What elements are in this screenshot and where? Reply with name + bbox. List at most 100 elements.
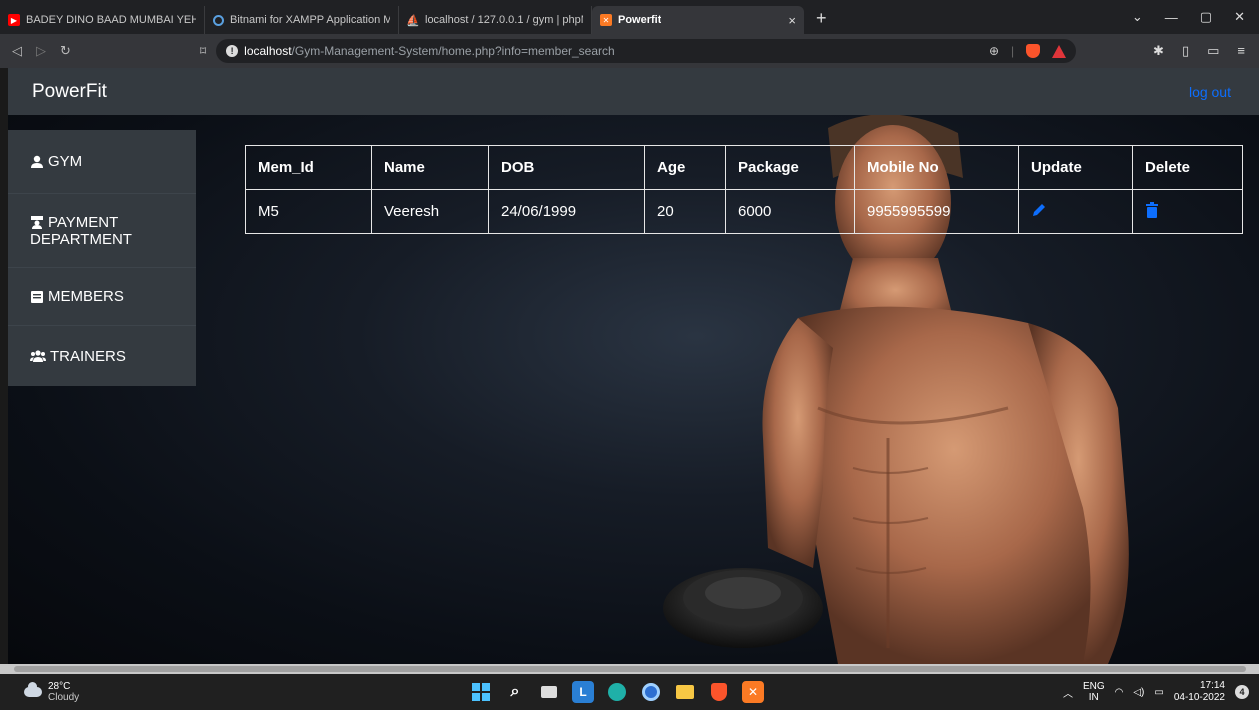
wifi-icon[interactable]: ◠ (1115, 687, 1124, 698)
horizontal-scrollbar[interactable] (0, 664, 1259, 674)
sidebar-item-label: TRAINERS (50, 347, 126, 365)
lite-app-icon[interactable]: L (572, 681, 594, 703)
address-bar[interactable]: ! localhost/Gym-Management-System/home.p… (216, 39, 1077, 63)
tab-close-icon[interactable]: × (778, 13, 796, 28)
bitnami-icon (213, 14, 224, 26)
sidebar-toggle-icon[interactable]: ▯ (1182, 43, 1189, 59)
notification-badge[interactable]: 4 (1235, 685, 1249, 699)
site-info-icon[interactable]: ! (226, 45, 239, 57)
lang-bottom: IN (1088, 692, 1099, 703)
col-age: Age (644, 145, 726, 190)
taskbar-apps: ⌕ L ✕ (470, 681, 764, 703)
browser-tab-bitnami[interactable]: Bitnami for XAMPP Application Modul (205, 6, 399, 34)
xampp-icon: ✕ (600, 14, 612, 26)
url-host: localhost (244, 44, 292, 58)
col-dob: DOB (488, 145, 645, 190)
reload-icon[interactable]: ↻ (60, 43, 71, 59)
sidebar-item-label: MEMBERS (48, 288, 124, 305)
browser-toolbar: ◁ ▷ ↻ ⌑ ! localhost/Gym-Management-Syste… (0, 34, 1259, 68)
tab-title: Powerfit (618, 14, 662, 26)
wallet-icon[interactable]: ▭ (1207, 43, 1219, 59)
url-path: /Gym-Management-System/home.php?info=mem… (291, 44, 615, 58)
cell-package: 6000 (725, 189, 855, 234)
browser-tab-youtube[interactable]: ▶ BADEY DINO BAAD MUMBAI YEH EXP (0, 6, 205, 34)
new-tab-button[interactable]: + (804, 8, 839, 29)
col-delete: Delete (1132, 145, 1243, 190)
forward-icon[interactable]: ▷ (36, 43, 46, 59)
sidebar: GYM PAYMENT DEPARTMENT MEMBERS TRAINERS (8, 130, 196, 386)
cell-name: Veeresh (371, 189, 489, 234)
app-navbar: PowerFit log out (8, 68, 1259, 115)
sidebar-item-label-line2: DEPARTMENT (30, 230, 132, 248)
xampp-taskbar-icon[interactable]: ✕ (742, 681, 764, 703)
page-viewport: PowerFit log out GYM PAYMENT DEPARTMENT … (8, 68, 1259, 664)
cell-delete (1132, 189, 1243, 234)
sidebar-item-payment[interactable]: PAYMENT DEPARTMENT (8, 194, 196, 268)
col-name: Name (371, 145, 489, 190)
col-mem-id: Mem_Id (245, 145, 372, 190)
user-icon (31, 155, 43, 168)
windows-taskbar: 28°C Cloudy ⌕ L ✕ ︿ ENG IN ◠ ◁) ▭ 17:14 … (0, 674, 1259, 710)
col-package: Package (725, 145, 855, 190)
trash-icon[interactable] (1145, 201, 1159, 218)
chrome-canary-icon[interactable] (640, 681, 662, 703)
clock[interactable]: 17:14 04-10-2022 (1174, 680, 1225, 704)
cell-mobile: 9955995599 (854, 189, 1019, 234)
back-icon[interactable]: ◁ (12, 43, 22, 59)
users-icon (30, 350, 46, 362)
member-table: Mem_Id Name DOB Age Package Mobile No Up… (245, 145, 1243, 234)
edge-icon[interactable] (606, 681, 628, 703)
tab-title: BADEY DINO BAAD MUMBAI YEH EXP (26, 14, 196, 26)
browser-tab-phpmyadmin[interactable]: ⛵ localhost / 127.0.0.1 / gym | phpMyAd (399, 6, 592, 34)
cell-age: 20 (644, 189, 726, 234)
brave-browser-icon[interactable] (708, 681, 730, 703)
youtube-icon: ▶ (8, 14, 20, 26)
brave-shield-icon[interactable] (1026, 44, 1041, 58)
bookmark-icon[interactable]: ⌑ (200, 44, 206, 58)
lang-top: ENG (1082, 681, 1105, 692)
payment-icon (31, 216, 43, 229)
sidebar-item-trainers[interactable]: TRAINERS (8, 326, 196, 386)
tab-search-icon[interactable]: ⌄ (1132, 9, 1143, 25)
task-view-icon[interactable] (538, 681, 560, 703)
volume-icon[interactable]: ◁) (1133, 687, 1144, 698)
table-header-row: Mem_Id Name DOB Age Package Mobile No Up… (245, 145, 1243, 190)
cell-mem-id: M5 (245, 189, 372, 234)
window-controls: ⌄ — ▢ ✕ (1132, 9, 1259, 25)
battery-icon[interactable]: ▭ (1154, 687, 1163, 698)
system-tray: ︿ ENG IN ◠ ◁) ▭ 17:14 04-10-2022 4 (1063, 680, 1259, 704)
zoom-icon[interactable]: ⊕ (989, 44, 999, 58)
weather-widget[interactable]: 28°C Cloudy (0, 681, 470, 703)
file-explorer-icon[interactable] (674, 681, 696, 703)
windows-start-icon[interactable] (470, 681, 492, 703)
left-edge (0, 68, 8, 664)
close-window-icon[interactable]: ✕ (1234, 9, 1245, 25)
sidebar-item-label: PAYMENT (48, 213, 119, 231)
restore-icon[interactable]: ▢ (1200, 9, 1212, 25)
search-icon[interactable]: ⌕ (504, 681, 526, 703)
scrollbar-thumb[interactable] (14, 666, 1246, 672)
toolbar-extensions: ✱ ▯ ▭ ≡ (1153, 43, 1259, 59)
language-indicator[interactable]: ENG IN (1083, 681, 1105, 703)
clock-date: 04-10-2022 (1173, 692, 1225, 703)
pencil-icon[interactable] (1031, 202, 1047, 218)
browser-tab-powerfit[interactable]: ✕ Powerfit × (592, 6, 804, 34)
extensions-icon[interactable]: ✱ (1153, 43, 1164, 59)
col-update: Update (1018, 145, 1133, 190)
nav-buttons: ◁ ▷ ↻ (0, 43, 200, 59)
sidebar-item-gym[interactable]: GYM (8, 130, 196, 194)
minimize-icon[interactable]: — (1165, 10, 1178, 25)
brand-logo[interactable]: PowerFit (32, 81, 107, 103)
chevron-up-icon[interactable]: ︿ (1063, 685, 1073, 700)
logout-link[interactable]: log out (1189, 84, 1231, 100)
cloud-icon (24, 682, 42, 697)
sidebar-item-members[interactable]: MEMBERS (8, 268, 196, 326)
phpmyadmin-icon: ⛵ (406, 14, 420, 27)
sidebar-item-label: GYM (48, 153, 83, 170)
menu-icon[interactable]: ≡ (1237, 43, 1245, 59)
book-icon (31, 290, 43, 303)
table-row: M5 Veeresh 24/06/1999 20 6000 9955995599 (245, 189, 1243, 234)
brave-rewards-icon[interactable] (1052, 44, 1067, 58)
col-mobile: Mobile No (854, 145, 1019, 190)
weather-temperature: 28°C (48, 681, 71, 692)
